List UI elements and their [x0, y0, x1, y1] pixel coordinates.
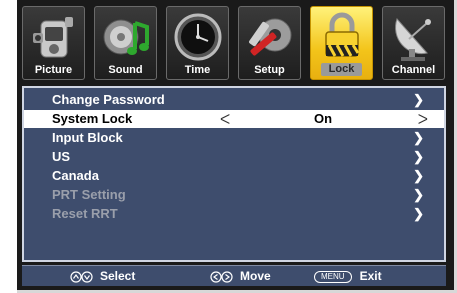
footer-exit-hint: MENU Exit: [314, 266, 382, 286]
padlock-icon: [325, 12, 360, 57]
tab-time[interactable]: Time: [166, 6, 229, 80]
menu-item-canada[interactable]: Canada ❯: [24, 167, 444, 185]
chevron-right-icon: ❯: [413, 92, 424, 107]
menu-tab-bar: Picture Sound Time Setup Lock Channel: [22, 6, 450, 84]
menu-item-label: Input Block: [52, 130, 123, 145]
menu-item-reset-rrt[interactable]: Reset RRT ❯: [24, 205, 444, 223]
tab-picture[interactable]: Picture: [22, 6, 85, 80]
chevron-right-icon[interactable]: ᐳ: [418, 110, 428, 128]
tab-channel[interactable]: Channel: [382, 6, 445, 80]
select-label: Select: [100, 269, 136, 283]
speaker-note-icon: [103, 19, 149, 55]
menu-item-label: PRT Setting: [52, 187, 126, 202]
menu-item-label: System Lock: [52, 111, 133, 126]
menu-item-label: Change Password: [52, 92, 165, 107]
tab-sound[interactable]: Sound: [94, 6, 157, 80]
menu-item-label: US: [52, 149, 71, 164]
tab-label: Setup: [254, 64, 285, 76]
menu-item-prt-setting[interactable]: PRT Setting ❯: [24, 186, 444, 204]
menu-item-change-password[interactable]: Change Password ❯: [24, 91, 444, 109]
tab-lock[interactable]: Lock: [310, 6, 373, 80]
tab-label: Channel: [391, 64, 436, 76]
chevron-right-icon: ❯: [413, 130, 424, 145]
footer-hint-bar: Select Move MENU Exit: [22, 265, 446, 286]
tv-osd-screen: Picture Sound Time Setup Lock Channel Ch…: [17, 0, 457, 293]
menu-item-label: Canada: [52, 168, 99, 183]
menu-key-icon: MENU: [314, 270, 352, 283]
tab-label: Lock: [321, 63, 362, 76]
tab-label: Sound: [108, 64, 143, 76]
chevron-right-icon: ❯: [413, 187, 424, 202]
chevron-right-icon: ❯: [413, 206, 424, 221]
tab-label: Time: [184, 64, 211, 76]
menu-item-input-block[interactable]: Input Block ❯: [24, 129, 444, 147]
footer-move-hint: Move: [210, 266, 271, 286]
up-down-keys-icon: [70, 271, 93, 283]
gear-tools-icon: [249, 18, 292, 56]
chevron-left-icon[interactable]: ᐸ: [220, 110, 230, 128]
lock-menu-panel: Change Password ❯ System Lock ᐸ On ᐳ Inp…: [22, 86, 446, 262]
exit-label: Exit: [359, 269, 382, 283]
system-lock-value: On: [314, 111, 333, 126]
camcorder-icon: [33, 17, 73, 58]
menu-item-system-lock[interactable]: System Lock ᐸ On ᐳ: [24, 110, 444, 128]
tab-label: Picture: [34, 64, 73, 76]
move-label: Move: [240, 269, 271, 283]
left-right-keys-icon: [210, 271, 233, 283]
clock-icon: [174, 13, 222, 61]
chevron-right-icon: ❯: [413, 149, 424, 164]
menu-item-us[interactable]: US ❯: [24, 148, 444, 166]
menu-item-label: Reset RRT: [52, 206, 118, 221]
tab-setup[interactable]: Setup: [238, 6, 301, 80]
footer-select-hint: Select: [70, 266, 135, 286]
chevron-right-icon: ❯: [413, 168, 424, 183]
satellite-dish-icon: [395, 18, 431, 61]
